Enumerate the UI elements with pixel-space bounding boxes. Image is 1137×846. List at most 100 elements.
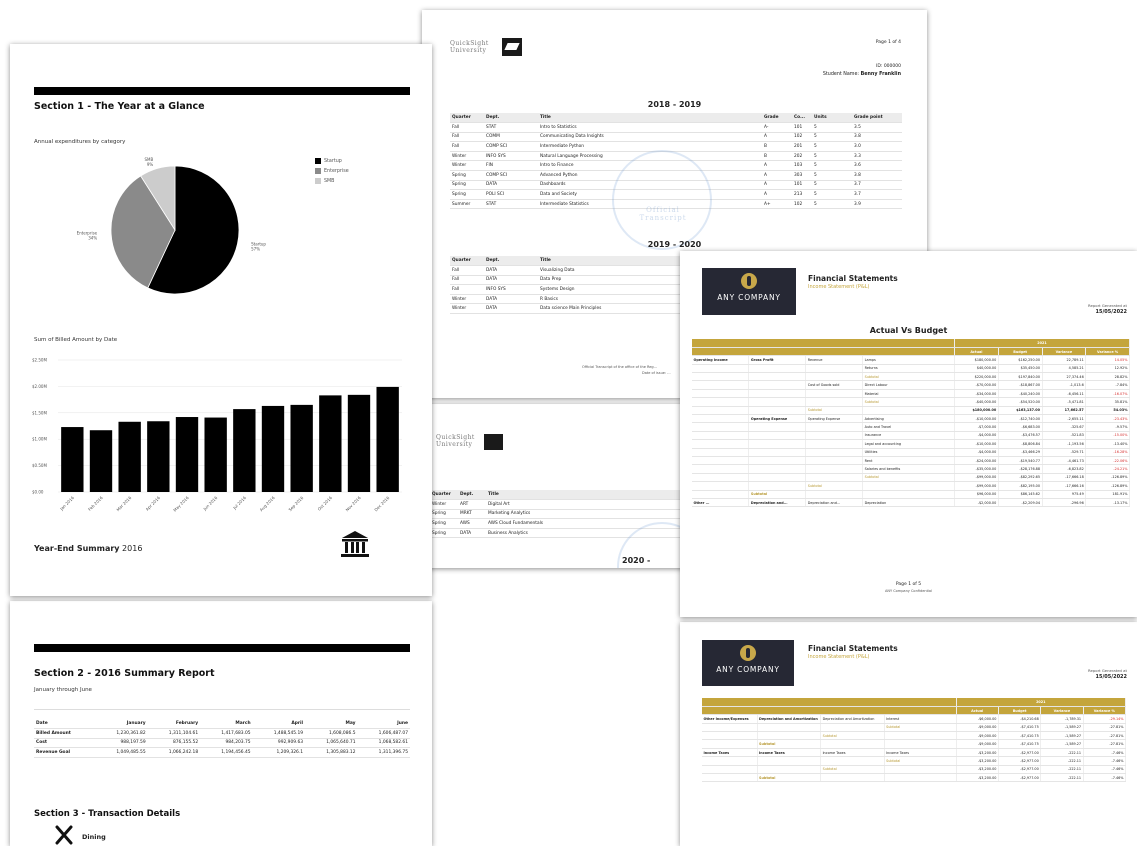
pie-label-smb: SMB 9% [145, 157, 154, 167]
legend-swatch-icon [315, 168, 321, 174]
x-tick-label: Jun 2016 [202, 495, 219, 512]
dining-icon [54, 825, 74, 845]
x-tick-label: Sep 2016 [287, 495, 304, 512]
table-row: Fall STAT Intro to Statistics A- 101 5 3.5 [450, 122, 902, 133]
y-tick-label: $2.50M [32, 358, 47, 363]
year-end-summary: Year-End Summary 2016 [34, 544, 143, 553]
table-row: Subtotal -$3,200.00 -$2,977.00 -222.11 -7.46… [702, 756, 1127, 766]
table-row: Fall COMM Communicating Data Insights A 102 5… [450, 132, 902, 143]
legend-item-smb: SMB [315, 176, 349, 186]
table-row: Income Taxes Income Taxes Income Taxes Inco… [702, 748, 1127, 758]
transcript-footer: Official Transcript of the office of the… [582, 365, 657, 369]
table-row: Subtotal -$99,000.00 -$82,195.00 -17,666.16… [692, 481, 1130, 491]
x-tick-label: Oct 2016 [317, 495, 334, 512]
table-row: Subtotal -$99,000.00 -$82,292.65 -17,666.18… [692, 473, 1130, 483]
pie-chart-title: Annual expenditures by category [34, 139, 126, 145]
x-tick-label: Jul 2016 [231, 495, 247, 511]
legend-swatch-icon [315, 178, 321, 184]
bar [89, 430, 113, 492]
table-row: Spring MRKT Marketing Analytics [430, 509, 680, 520]
bar [204, 417, 227, 492]
year-heading-3: 2020 - [622, 556, 651, 565]
bar-chart-title: Sum of Billed Amount by Date [34, 337, 118, 343]
table-row: Subtotal -$9,000.00 -$7,410.75 -1,589.27 -27… [702, 723, 1127, 733]
bar [347, 394, 371, 492]
table-row: Subtotal -$9,000.00 -$7,410.75 -1,589.27 -27… [702, 731, 1127, 741]
page-number: Page 1 of 4 [875, 40, 901, 45]
company-logo: ANY COMPANY [702, 268, 796, 315]
x-tick-label: Jan 2016 [58, 495, 75, 512]
year-header: 2021 [954, 339, 1130, 348]
report-date: 15/05/2022 [1095, 309, 1127, 315]
table-row: Salaries and benefits -$35,000.00 -$28,176… [692, 464, 1130, 474]
bar [319, 395, 342, 492]
table-row: Auto and Travel -$7,000.00 -$6,683.00 -325.… [692, 422, 1130, 432]
summary-report-page: Section 2 - 2016 Summary Report January … [10, 601, 432, 846]
financial-statement-page-2: ANY COMPANY Financial Statements Income … [680, 622, 1137, 846]
x-tick-label: Dec 2016 [373, 495, 390, 512]
dining-label: Dining [82, 833, 106, 841]
x-tick-label: Aug 2016 [259, 495, 276, 512]
income-statement-table-b: 2021 Actual Budget Variance Variance % O… [702, 698, 1127, 783]
official-stamp [612, 150, 712, 250]
table-row: Subtotal -$3,200.00 -$2,977.00 -222.11 -7.46… [702, 773, 1127, 783]
student-id: ID: 000000 [876, 64, 901, 69]
page-footer: Page 1 of 5 [895, 582, 922, 587]
y-tick-label: $1.50M [32, 410, 47, 415]
x-tick-label: Mar 2016 [115, 495, 132, 512]
table-title: Actual Vs Budget [869, 326, 948, 335]
school-name: QuickSight University [450, 40, 489, 54]
table-row: Returns $40,000.00 $35,450.00 4,585.21 12.92… [692, 364, 1130, 374]
y-tick-label: $0.00 [32, 490, 44, 495]
table-row: Fall COMP SCI Intermediate Python B 201 5 3.0 [450, 141, 902, 152]
income-statement-table-a: 2021 Actual Budget Variance Variance % O… [692, 339, 1130, 508]
table-row: Other Income/Expenses Depreciation and Am… [702, 714, 1127, 724]
section2-title: Section 2 - 2016 Summary Report [34, 668, 215, 679]
legend-item-enterprise: Enterprise [315, 166, 349, 176]
statement-title: Financial Statements [808, 274, 898, 283]
logo-mark-icon [741, 273, 757, 289]
table-row: Other ... Depreciation and... Depreciation… [692, 498, 1130, 508]
bar [147, 421, 170, 492]
school-logo-icon [484, 434, 503, 450]
y-tick-label: $1.00M [32, 437, 47, 442]
company-name: ANY COMPANY [716, 665, 780, 674]
bar [233, 409, 256, 492]
table-row: Cost of Goods sold Direct Labour -$70,000.… [692, 380, 1130, 390]
table-row: Rent -$24,000.00 -$19,540.77 -4,461.73 -22.0… [692, 456, 1130, 466]
pie-label-startup: Startup 57% [251, 242, 266, 252]
bar [261, 405, 285, 492]
y-tick-label: $2.00M [32, 384, 47, 389]
legend-swatch-icon [315, 158, 321, 164]
table-row: Operating Expense Operating Expense Advert… [692, 414, 1130, 424]
table-row: Winter ART Digital Art [430, 499, 680, 510]
student-name-row: Student Name: Benny Franklin [822, 72, 901, 77]
table-row: Legal and accounting -$10,000.00 -$8,806.8… [692, 439, 1130, 449]
bar-chart: $2.50M $2.00M $1.50M $1.00M $0.50M $0.00 Jan 2… [32, 358, 402, 513]
statement-title: Financial Statements [808, 644, 898, 653]
section3-title: Section 3 - Transaction Details [34, 809, 181, 819]
company-name: ANY COMPANY [717, 293, 781, 302]
transcript-footer-date: Date of issue: ... [642, 371, 671, 375]
table-row: Revenue Goal 1,049,485.55 1,066,242.18 1,19… [34, 747, 410, 758]
section-bar [34, 644, 410, 652]
year-header: 2021 [956, 698, 1127, 707]
section-bar [34, 87, 410, 95]
x-tick-label: May 2016 [172, 495, 190, 513]
company-logo: ANY COMPANY [702, 640, 794, 686]
page-footer-confidential: ANY Company Confidential [884, 589, 933, 593]
financial-statement-page-1: ANY COMPANY Financial Statements Income … [680, 251, 1137, 617]
bar [290, 404, 313, 492]
x-tick-label: Nov 2016 [345, 495, 362, 512]
legend-item-startup: Startup [315, 156, 349, 166]
report-generated-label: Report Generated at [1088, 668, 1127, 673]
school-name: QuickSight University [436, 434, 475, 448]
bar [175, 417, 199, 492]
statement-subtitle: Income Statement (P&L) [808, 284, 870, 290]
school-logo-icon [502, 38, 522, 56]
report-date: 15/05/2022 [1095, 674, 1127, 680]
bar [61, 427, 84, 492]
x-tick-label: Apr 2016 [145, 495, 162, 512]
section1-title: Section 1 - The Year at a Glance [34, 101, 205, 112]
logo-mark-icon [740, 645, 756, 661]
